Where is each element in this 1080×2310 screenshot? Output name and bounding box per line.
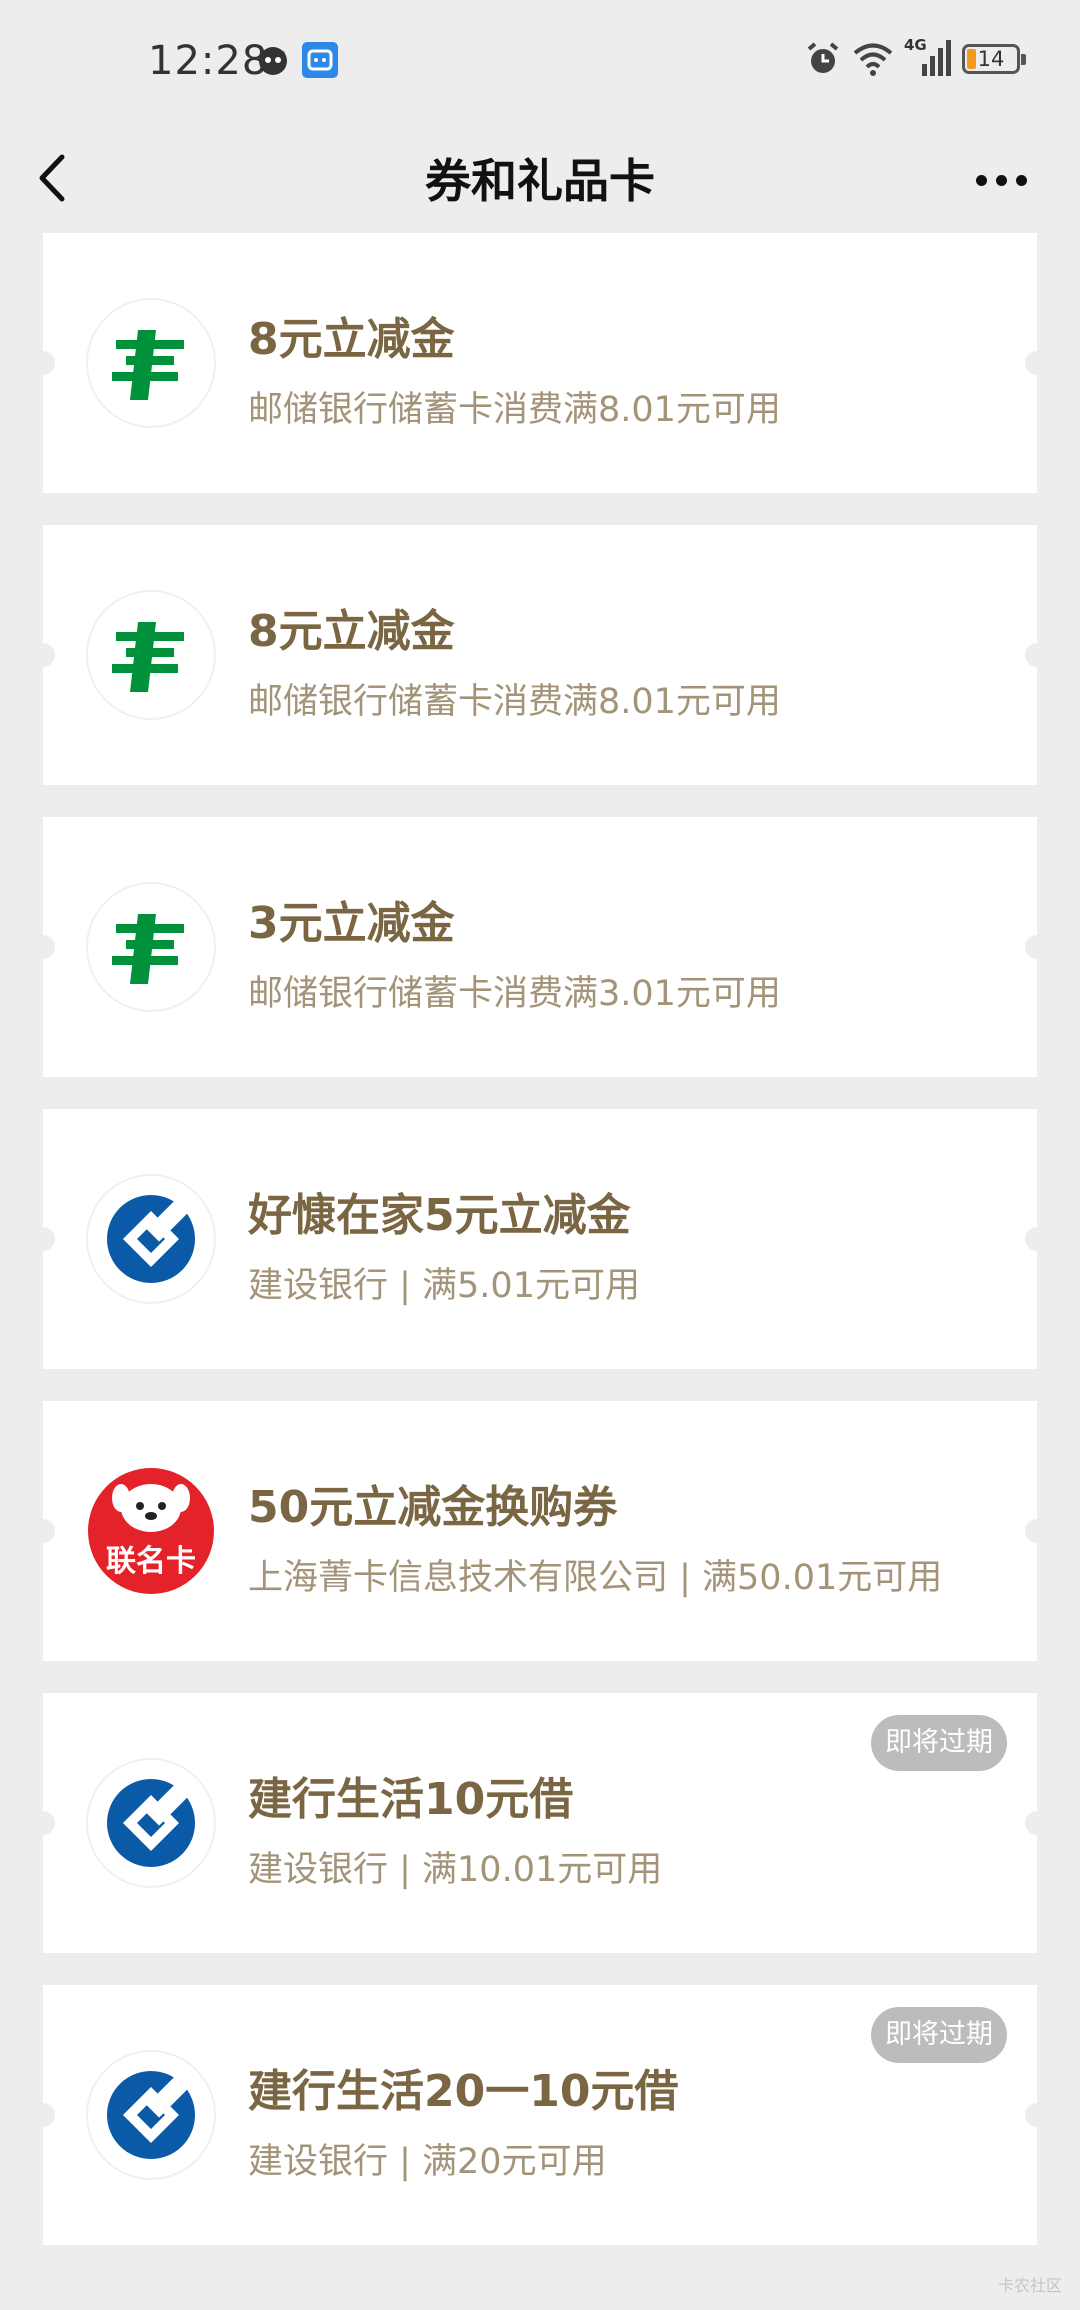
coupon-title: 8元立减金	[248, 606, 455, 657]
coupon-card[interactable]: 8元立减金 邮储银行储蓄卡消费满8.01元可用	[31, 233, 1049, 493]
coupon-title: 建行生活10元借	[248, 1774, 574, 1825]
ccb-logo-icon	[88, 1760, 214, 1886]
battery-level: 14	[977, 47, 1005, 71]
coupon-card[interactable]: 联名卡 50元立减金换购券 上海菁卡信息技术有限公司 | 满50.01元可用	[31, 1401, 1049, 1661]
blue-app-icon	[302, 42, 338, 78]
more-button[interactable]	[966, 155, 1036, 205]
more-dot-icon	[995, 174, 1007, 186]
card-notch	[1025, 1519, 1049, 1543]
ccb-logo-icon	[88, 1176, 214, 1302]
card-notch	[31, 1227, 55, 1251]
alarm-icon	[807, 42, 839, 73]
lianmingka-logo-icon: 联名卡	[88, 1468, 214, 1594]
coupon-title: 8元立减金	[248, 314, 455, 365]
coupon-card[interactable]: 3元立减金 邮储银行储蓄卡消费满3.01元可用	[31, 817, 1049, 1077]
page-title: 券和礼品卡	[425, 154, 655, 208]
coupon-card[interactable]: 好慷在家5元立减金 建设银行 | 满5.01元可用	[31, 1109, 1049, 1369]
card-notch	[31, 351, 55, 375]
coupon-desc: 建设银行 | 满5.01元可用	[248, 1266, 640, 1306]
watermark: 卡农社区	[997, 2276, 1062, 2295]
status-time: 12:28	[148, 38, 269, 84]
coupon-desc: 邮储银行储蓄卡消费满3.01元可用	[248, 974, 781, 1014]
card-notch	[1025, 351, 1049, 375]
coupon-desc: 建设银行 | 满20元可用	[248, 2142, 607, 2182]
wifi-icon	[853, 43, 893, 76]
cat-app-icon	[256, 43, 290, 77]
card-notch	[1025, 2103, 1049, 2127]
postal-bank-logo-icon	[88, 884, 214, 1010]
postal-bank-logo-icon	[88, 592, 214, 718]
expiring-badge: 即将过期	[871, 1715, 1007, 1771]
card-notch	[31, 643, 55, 667]
coupon-desc: 上海菁卡信息技术有限公司 | 满50.01元可用	[248, 1558, 943, 1598]
more-dot-icon	[1015, 174, 1027, 186]
more-dot-icon	[975, 174, 987, 186]
card-notch	[31, 935, 55, 959]
coupon-desc: 建设银行 | 满10.01元可用	[248, 1850, 663, 1890]
coupon-card[interactable]: 8元立减金 邮储银行储蓄卡消费满8.01元可用	[31, 525, 1049, 785]
coupon-title: 建行生活20一10元借	[248, 2066, 679, 2117]
nav-bar: 券和礼品卡	[0, 125, 1080, 235]
status-bar: 12:28 4G 14	[0, 0, 1080, 125]
postal-bank-logo-icon	[88, 300, 214, 426]
card-notch	[1025, 935, 1049, 959]
coupon-title: 3元立减金	[248, 898, 455, 949]
coupon-title: 好慷在家5元立减金	[248, 1190, 631, 1241]
coupon-desc: 邮储银行储蓄卡消费满8.01元可用	[248, 390, 781, 430]
card-notch	[31, 2103, 55, 2127]
cellular-signal-icon: 4G	[904, 36, 952, 78]
coupon-title: 50元立减金换购券	[248, 1482, 618, 1533]
card-notch	[1025, 643, 1049, 667]
logo-text: 联名卡	[106, 1544, 196, 1579]
expiring-badge: 即将过期	[871, 2007, 1007, 2063]
card-notch	[31, 1519, 55, 1543]
coupon-card[interactable]: 即将过期 建行生活20一10元借 建设银行 | 满20元可用	[31, 1985, 1049, 2245]
card-notch	[31, 1811, 55, 1835]
status-icons: 4G 14	[804, 36, 1026, 78]
card-notch	[1025, 1227, 1049, 1251]
card-notch	[1025, 1811, 1049, 1835]
battery-indicator: 14	[962, 44, 1026, 74]
ccb-logo-icon	[88, 2052, 214, 2178]
coupon-desc: 邮储银行储蓄卡消费满8.01元可用	[248, 682, 781, 722]
coupon-card[interactable]: 即将过期 建行生活10元借 建设银行 | 满10.01元可用	[31, 1693, 1049, 1953]
